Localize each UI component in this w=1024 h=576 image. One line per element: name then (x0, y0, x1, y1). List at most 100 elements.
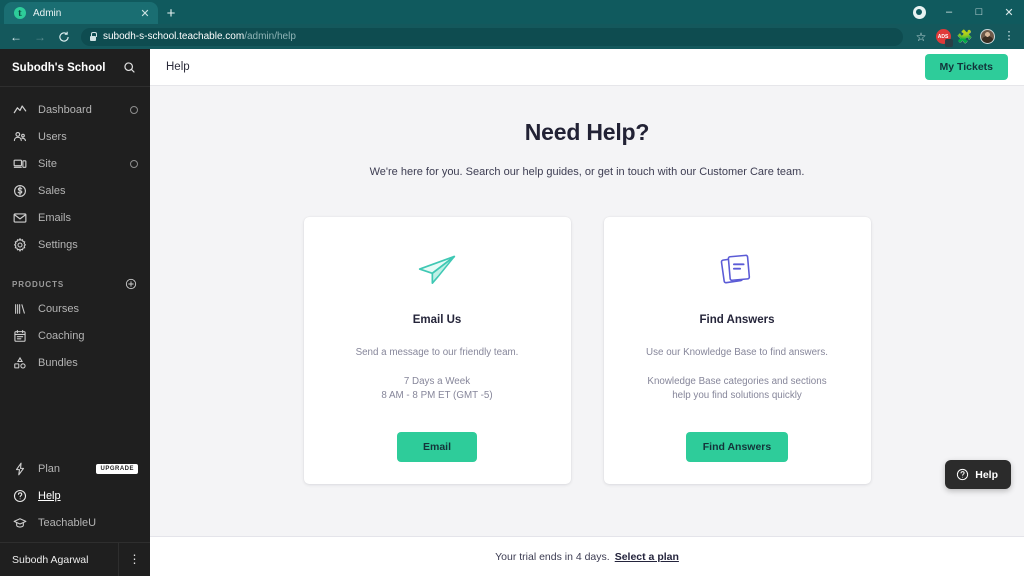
card-cta-wrap: Find Answers (686, 432, 788, 484)
sidebar-item-help[interactable]: Help (0, 482, 150, 509)
reload-icon[interactable] (53, 26, 75, 48)
page-topbar: Help My Tickets (150, 49, 1024, 86)
browser-toolbar: ← → subodh-s-school.teachable.com/admin/… (0, 24, 1024, 49)
card-extra-line2: help you find solutions quickly (672, 390, 802, 402)
browser-tab-admin[interactable]: t Admin ✕ (4, 2, 158, 24)
sidebar-item-plan[interactable]: Plan UPGRADE (0, 455, 150, 482)
sidebar-item-emails[interactable]: Emails (0, 204, 150, 231)
extension-badge-icon[interactable]: ADS (933, 27, 953, 47)
kebab-menu-icon[interactable]: ⋮ (118, 542, 150, 576)
calendar-icon (12, 328, 27, 343)
sidebar-label: Settings (38, 238, 78, 251)
sidebar-label: Plan (38, 462, 61, 475)
sidebar-label: Site (38, 157, 57, 170)
sidebar-label: Emails (38, 211, 72, 224)
card-extra-line1: Knowledge Base categories and sections (647, 375, 827, 387)
browser-window: t Admin ✕ + – □ ✕ ← → subodh-s-school.te… (0, 0, 1024, 576)
need-help-subheading: We're here for you. Search our help guid… (369, 166, 805, 178)
card-description: Use our Knowledge Base to find answers. (646, 347, 828, 358)
help-widget-button[interactable]: Help (945, 460, 1011, 489)
status-ring-icon (130, 159, 138, 168)
sidebar-bottom-nav: Plan UPGRADE Help TeachableU (0, 455, 150, 542)
teachable-logo-icon: t (14, 7, 26, 19)
find-answers-button[interactable]: Find Answers (686, 432, 788, 462)
maximize-button[interactable]: □ (964, 0, 994, 24)
help-cards: Email Us Send a message to our friendly … (303, 217, 871, 484)
help-content: Need Help? We're here for you. Search ou… (150, 86, 1024, 536)
search-icon[interactable] (123, 61, 136, 74)
sidebar-label: Dashboard (38, 103, 92, 116)
sidebar-item-courses[interactable]: Courses (0, 295, 150, 322)
window-controls: – □ ✕ (904, 0, 1024, 24)
envelope-icon (12, 210, 27, 225)
sidebar-item-dashboard[interactable]: Dashboard (0, 96, 150, 123)
avatar-icon[interactable] (977, 27, 997, 47)
users-icon (12, 129, 27, 144)
sidebar-item-site[interactable]: Site (0, 150, 150, 177)
kebab-menu-icon[interactable]: ⋮ (999, 27, 1019, 47)
browser-tab-strip: t Admin ✕ + – □ ✕ (0, 0, 1024, 24)
sidebar-label: Help (38, 489, 61, 502)
minimize-button[interactable]: – (934, 0, 964, 24)
question-circle-icon (12, 488, 27, 503)
card-title: Email Us (412, 314, 462, 326)
account-circle-icon[interactable] (904, 0, 934, 24)
page-title: Help (166, 61, 190, 73)
upgrade-badge[interactable]: UPGRADE (96, 463, 138, 474)
sidebar-user-row[interactable]: Subodh Agarwal ⋮ (0, 542, 150, 576)
tab-title: Admin (33, 7, 62, 19)
documents-stack-icon (716, 244, 758, 296)
sidebar-nav: Dashboard Users Site Sales Emails Settin… (0, 87, 150, 376)
status-ring-icon (130, 105, 138, 114)
card-email-us: Email Us Send a message to our friendly … (303, 217, 571, 484)
sidebar: Subodh's School Dashboard Users Site Sal… (0, 49, 150, 576)
card-cta-wrap: Email (397, 432, 477, 484)
select-a-plan-link[interactable]: Select a plan (615, 551, 679, 563)
card-hours: 7 Days a Week 8 AM - 8 PM ET (GMT -5) (381, 375, 492, 404)
shapes-icon (12, 355, 27, 370)
sidebar-item-teachableu[interactable]: TeachableU (0, 509, 150, 536)
school-name: Subodh's School (12, 61, 106, 74)
help-widget-label: Help (975, 468, 998, 481)
sidebar-label: Users (38, 130, 67, 143)
plus-circle-icon[interactable] (125, 278, 137, 290)
close-window-button[interactable]: ✕ (994, 0, 1024, 24)
my-tickets-button[interactable]: My Tickets (924, 54, 1008, 80)
arrow-left-icon[interactable]: ← (5, 26, 27, 48)
question-circle-icon (956, 468, 969, 481)
card-hours-line1: 7 Days a Week (403, 375, 471, 387)
trial-banner: Your trial ends in 4 days. Select a plan (150, 536, 1024, 576)
books-icon (12, 301, 27, 316)
dollar-circle-icon (12, 183, 27, 198)
card-extra: Knowledge Base categories and sections h… (647, 375, 826, 404)
graduation-cap-icon (12, 515, 27, 530)
analytics-line-icon (12, 102, 27, 117)
close-icon[interactable]: ✕ (138, 6, 152, 20)
user-name: Subodh Agarwal (12, 553, 89, 566)
main-panel: Help My Tickets Need Help? We're here fo… (150, 49, 1024, 576)
sidebar-item-users[interactable]: Users (0, 123, 150, 150)
sidebar-item-sales[interactable]: Sales (0, 177, 150, 204)
sidebar-label: Bundles (38, 356, 78, 369)
sidebar-item-bundles[interactable]: Bundles (0, 349, 150, 376)
plus-icon[interactable]: + (158, 2, 184, 24)
sidebar-item-settings[interactable]: Settings (0, 231, 150, 258)
card-find-answers: Find Answers Use our Knowledge Base to f… (603, 217, 871, 484)
address-bar[interactable]: subodh-s-school.teachable.com/admin/help (81, 27, 903, 46)
card-description: Send a message to our friendly team. (355, 347, 519, 358)
puzzle-piece-icon[interactable]: 🧩 (955, 27, 975, 47)
arrow-right-icon[interactable]: → (29, 26, 51, 48)
url-text: subodh-s-school.teachable.com/admin/help (103, 31, 296, 42)
sidebar-item-coaching[interactable]: Coaching (0, 322, 150, 349)
need-help-heading: Need Help? (524, 119, 650, 145)
email-button[interactable]: Email (397, 432, 477, 462)
section-title: PRODUCTS (12, 279, 65, 289)
paper-plane-icon (415, 244, 460, 296)
trial-text: Your trial ends in 4 days. (495, 550, 610, 563)
sidebar-brand[interactable]: Subodh's School (0, 49, 150, 87)
star-icon[interactable]: ☆ (911, 27, 931, 47)
site-devices-icon (12, 156, 27, 171)
lightning-bolt-icon (12, 461, 27, 476)
content-wrapper: Need Help? We're here for you. Search ou… (150, 86, 1024, 536)
